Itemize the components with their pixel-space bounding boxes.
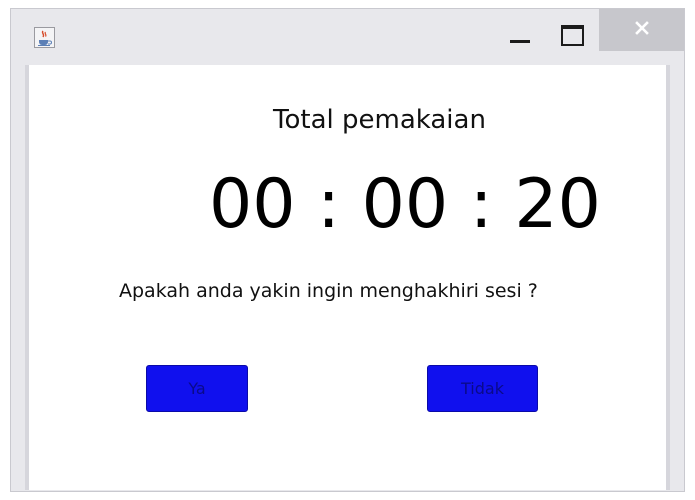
minimize-icon[interactable] xyxy=(508,23,532,47)
dialog-window: Total pemakaian 00 : 00 : 20 Apakah anda… xyxy=(10,8,685,492)
no-button[interactable]: Tidak xyxy=(427,365,538,412)
title-bar[interactable] xyxy=(11,9,684,65)
java-cup-icon[interactable] xyxy=(34,27,55,48)
maximize-icon[interactable] xyxy=(557,22,587,46)
session-timer: 00 : 00 : 20 xyxy=(209,165,601,244)
confirm-question: Apakah anda yakin ingin menghakhiri sesi… xyxy=(119,280,538,302)
dialog-content: Total pemakaian 00 : 00 : 20 Apakah anda… xyxy=(25,65,670,490)
total-usage-label: Total pemakaian xyxy=(273,105,486,135)
yes-button[interactable]: Ya xyxy=(146,365,248,412)
close-icon[interactable] xyxy=(599,9,684,51)
